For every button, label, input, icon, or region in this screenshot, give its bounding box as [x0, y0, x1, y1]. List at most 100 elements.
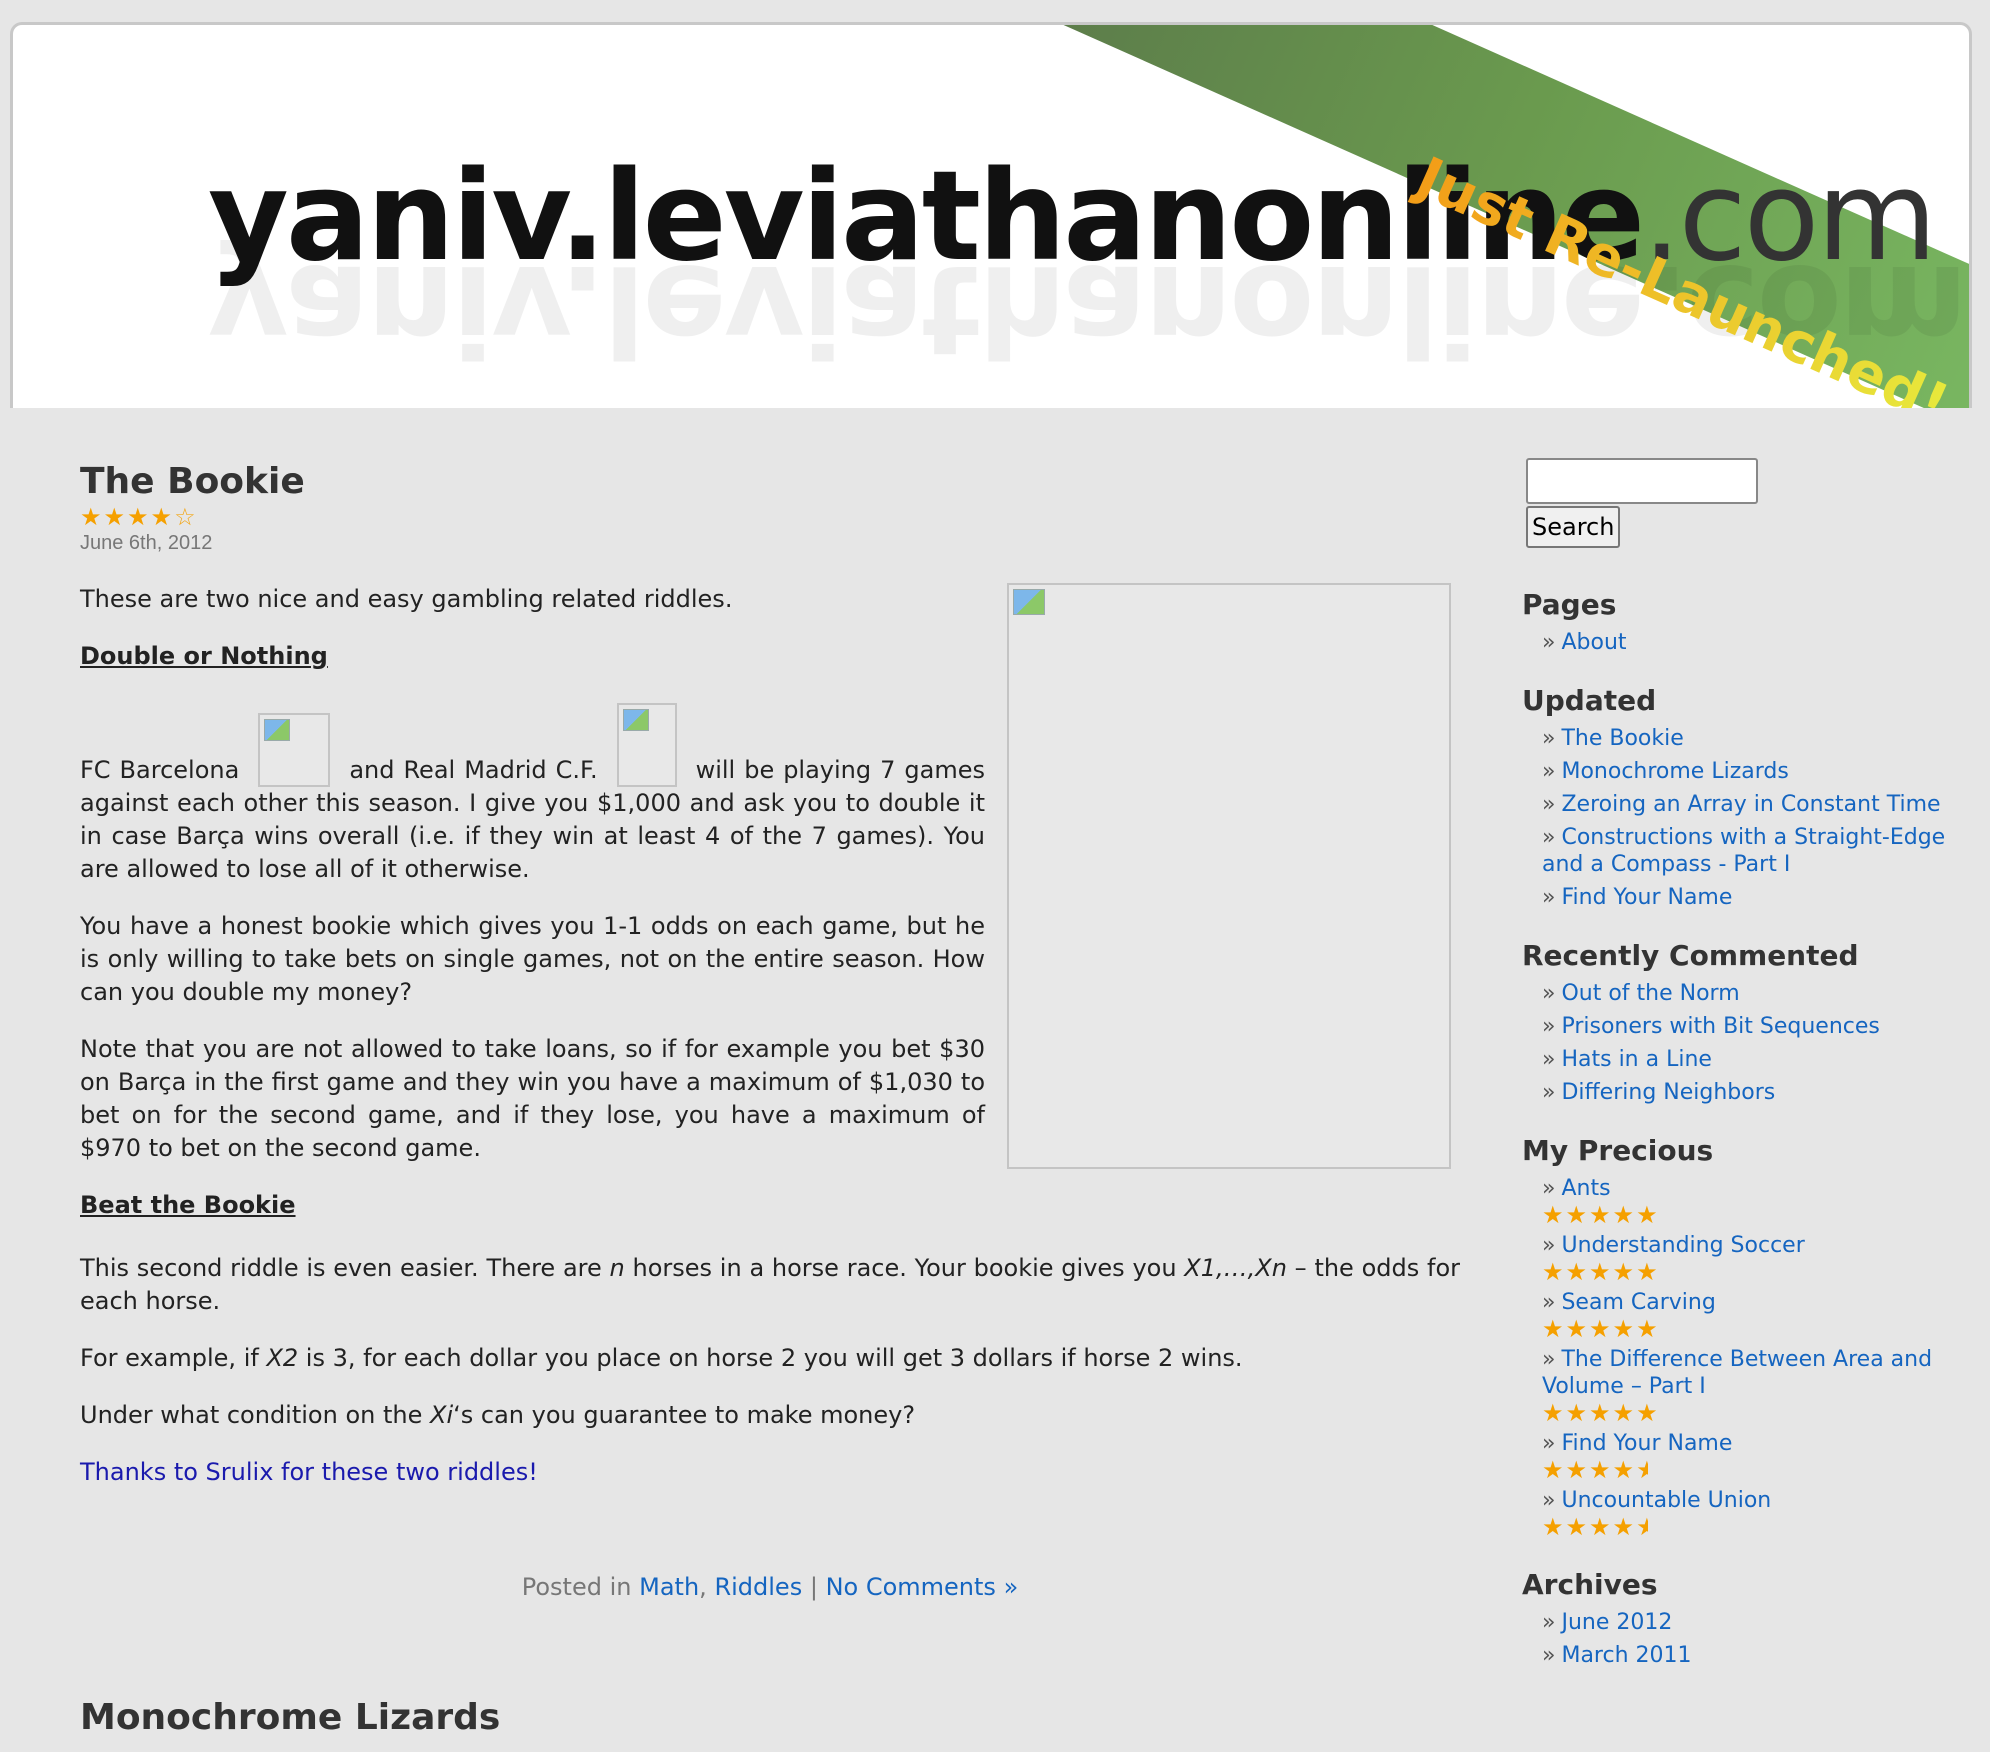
chevron-right-icon: »	[1542, 981, 1556, 1006]
sidebar-link[interactable]: About	[1561, 630, 1626, 655]
sidebar-link[interactable]: The Difference Between Area and Volume –…	[1542, 1347, 1932, 1399]
rating-stars[interactable]: ★ ★ ★ ★ ★	[1542, 1202, 1962, 1228]
rating-stars[interactable]: ★ ★ ★ ★ ★	[1542, 1316, 1962, 1342]
star-full-icon[interactable]: ★	[1542, 1457, 1564, 1483]
star-full-icon[interactable]: ★	[1566, 1202, 1588, 1228]
recently-commented-heading: Recently Commented	[1522, 939, 1859, 972]
star-full-icon[interactable]: ★	[1589, 1202, 1611, 1228]
star-full-icon[interactable]: ★	[1589, 1514, 1611, 1540]
pages-list: » About	[1522, 629, 1962, 656]
sidebar-link[interactable]: Hats in a Line	[1561, 1047, 1711, 1072]
star-full-icon[interactable]: ★	[1542, 1202, 1564, 1228]
list-item[interactable]: » Seam Carving ★ ★ ★ ★ ★	[1542, 1289, 1962, 1342]
list-item[interactable]: » March 2011	[1542, 1642, 1962, 1669]
real-madrid-logo-image	[616, 703, 677, 787]
star-full-icon[interactable]: ★	[1589, 1457, 1611, 1483]
star-full-icon[interactable]: ★	[1613, 1316, 1635, 1342]
rating-stars[interactable]: ★ ★ ★ ★ ★	[1542, 1400, 1962, 1426]
star-full-icon[interactable]: ★	[1613, 1514, 1635, 1540]
comments-link[interactable]: No Comments »	[826, 1573, 1019, 1601]
sidebar-link[interactable]: Ants	[1561, 1176, 1610, 1201]
list-item[interactable]: » Understanding Soccer ★ ★ ★ ★ ★	[1542, 1232, 1962, 1285]
post-rating[interactable]: ★ ★ ★ ★ ☆	[80, 504, 1460, 530]
list-item[interactable]: » June 2012	[1542, 1609, 1962, 1636]
star-full-icon[interactable]: ★	[1636, 1259, 1658, 1285]
star-full-icon[interactable]: ★	[1566, 1400, 1588, 1426]
list-item[interactable]: » Constructions with a Straight-Edge and …	[1542, 824, 1962, 878]
barcelona-logo-image	[258, 713, 331, 787]
star-half-icon[interactable]: ★	[1636, 1457, 1658, 1483]
sidebar-link[interactable]: Prisoners with Bit Sequences	[1561, 1014, 1879, 1039]
star-empty-icon[interactable]: ☆	[174, 504, 196, 530]
star-full-icon[interactable]: ★	[1613, 1457, 1635, 1483]
star-full-icon[interactable]: ★	[80, 504, 102, 530]
chevron-right-icon: »	[1542, 1431, 1556, 1456]
post-title[interactable]: The Bookie	[80, 460, 1460, 504]
sidebar-link[interactable]: Uncountable Union	[1561, 1488, 1771, 1513]
star-full-icon[interactable]: ★	[1636, 1400, 1658, 1426]
thanks-link[interactable]: Thanks to Srulix for these two riddles!	[80, 1456, 1460, 1489]
star-full-icon[interactable]: ★	[151, 504, 173, 530]
sidebar-link[interactable]: March 2011	[1561, 1643, 1691, 1668]
star-full-icon[interactable]: ★	[1566, 1316, 1588, 1342]
updated-list: » The Bookie » Monochrome Lizards » Zeroing…	[1522, 725, 1962, 911]
star-full-icon[interactable]: ★	[1636, 1316, 1658, 1342]
pages-heading: Pages	[1522, 588, 1617, 621]
star-full-icon[interactable]: ★	[1589, 1400, 1611, 1426]
star-full-icon[interactable]: ★	[127, 504, 149, 530]
list-item[interactable]: » Monochrome Lizards	[1542, 758, 1962, 785]
list-item[interactable]: » Ants ★ ★ ★ ★ ★	[1542, 1175, 1962, 1228]
star-half-icon[interactable]: ★	[1636, 1514, 1658, 1540]
sidebar-link[interactable]: Understanding Soccer	[1561, 1233, 1804, 1258]
category-link-riddles[interactable]: Riddles	[714, 1573, 802, 1601]
list-item[interactable]: » Uncountable Union ★ ★ ★ ★ ★	[1542, 1487, 1962, 1540]
sidebar-link[interactable]: Seam Carving	[1561, 1290, 1715, 1315]
rating-stars[interactable]: ★ ★ ★ ★ ★	[1542, 1514, 1962, 1540]
archives-list: » June 2012 » March 2011	[1522, 1609, 1962, 1669]
rating-stars[interactable]: ★ ★ ★ ★ ★	[1542, 1457, 1962, 1483]
star-full-icon[interactable]: ★	[1613, 1400, 1635, 1426]
chevron-right-icon: »	[1542, 1080, 1556, 1105]
star-full-icon[interactable]: ★	[1613, 1202, 1635, 1228]
star-full-icon[interactable]: ★	[1636, 1202, 1658, 1228]
star-full-icon[interactable]: ★	[1566, 1457, 1588, 1483]
star-full-icon[interactable]: ★	[1542, 1259, 1564, 1285]
sidebar-link[interactable]: Find Your Name	[1561, 885, 1732, 910]
precious-list: » Ants ★ ★ ★ ★ ★» Understanding Soccer ★ ★ ★ ★ ★» Sea…	[1522, 1175, 1962, 1540]
list-item[interactable]: » The Difference Between Area and Volume …	[1542, 1346, 1962, 1426]
star-full-icon[interactable]: ★	[1589, 1259, 1611, 1285]
sidebar-item-about[interactable]: » About	[1542, 629, 1962, 656]
star-full-icon[interactable]: ★	[1589, 1316, 1611, 1342]
site-header[interactable]: yaniv.leviathanonline.com yaniv.leviatha…	[10, 22, 1972, 408]
sidebar-link[interactable]: Monochrome Lizards	[1561, 759, 1788, 784]
list-item[interactable]: » Zeroing an Array in Constant Time	[1542, 791, 1962, 818]
sidebar-link[interactable]: June 2012	[1561, 1610, 1672, 1635]
sidebar-link[interactable]: Differing Neighbors	[1561, 1080, 1775, 1105]
list-item[interactable]: » Prisoners with Bit Sequences	[1542, 1013, 1962, 1040]
star-full-icon[interactable]: ★	[104, 504, 126, 530]
sidebar-link[interactable]: The Bookie	[1561, 726, 1683, 751]
star-full-icon[interactable]: ★	[1566, 1514, 1588, 1540]
sidebar-link[interactable]: Constructions with a Straight-Edge and a…	[1542, 825, 1945, 877]
search-input[interactable]	[1526, 458, 1758, 504]
list-item[interactable]: » Find Your Name ★ ★ ★ ★ ★	[1542, 1430, 1962, 1483]
list-item[interactable]: » Hats in a Line	[1542, 1046, 1962, 1073]
star-full-icon[interactable]: ★	[1613, 1259, 1635, 1285]
list-item[interactable]: » The Bookie	[1542, 725, 1962, 752]
star-full-icon[interactable]: ★	[1566, 1259, 1588, 1285]
sidebar-link[interactable]: Find Your Name	[1561, 1431, 1732, 1456]
sidebar-link[interactable]: Out of the Norm	[1561, 981, 1739, 1006]
chevron-right-icon: »	[1542, 1233, 1556, 1258]
next-post-title[interactable]: Monochrome Lizards	[80, 1697, 1460, 1738]
list-item[interactable]: » Differing Neighbors	[1542, 1079, 1962, 1106]
chevron-right-icon: »	[1542, 1347, 1556, 1372]
category-link-math[interactable]: Math	[639, 1573, 699, 1601]
sidebar-link[interactable]: Zeroing an Array in Constant Time	[1561, 792, 1940, 817]
star-full-icon[interactable]: ★	[1542, 1400, 1564, 1426]
list-item[interactable]: » Out of the Norm	[1542, 980, 1962, 1007]
star-full-icon[interactable]: ★	[1542, 1514, 1564, 1540]
list-item[interactable]: » Find Your Name	[1542, 884, 1962, 911]
search-button[interactable]: Search	[1526, 506, 1621, 548]
rating-stars[interactable]: ★ ★ ★ ★ ★	[1542, 1259, 1962, 1285]
star-full-icon[interactable]: ★	[1542, 1316, 1564, 1342]
